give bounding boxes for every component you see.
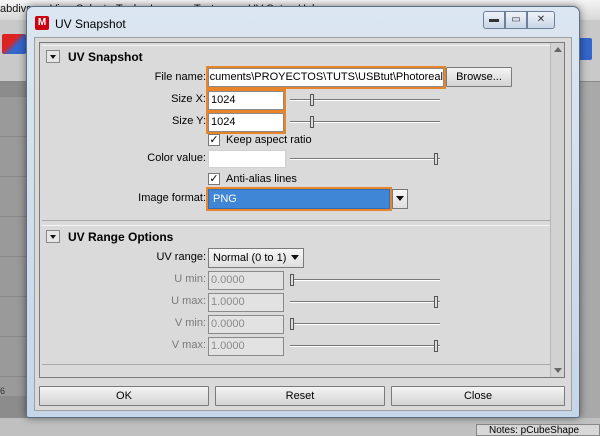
chevron-down-icon [396, 196, 404, 201]
scroll-up-icon[interactable] [554, 47, 562, 52]
u-min-slider[interactable] [290, 273, 440, 287]
uv-range-frame-header[interactable]: UV Range Options [42, 226, 550, 244]
ruler-label: 6 [0, 386, 6, 396]
frame-title: UV Range Options [68, 230, 174, 244]
slider-thumb[interactable] [310, 94, 314, 106]
reset-button[interactable]: Reset [215, 386, 385, 406]
uv-range-label: UV range: [156, 251, 206, 263]
window-title: UV Snapshot [55, 17, 126, 31]
file-name-value: Documents\PROYECTOS\TUTS\USBtut\Photorea… [208, 71, 443, 83]
background-panel [578, 82, 600, 422]
size-y-input[interactable]: 1024 [206, 111, 286, 134]
u-min-label: U min: [174, 273, 206, 285]
dialog-button-bar: OK Reset Close [39, 384, 567, 408]
size-y-slider[interactable] [290, 115, 440, 129]
slider-track [290, 345, 440, 347]
slider-track [290, 323, 440, 325]
anti-alias-label: Anti-alias lines [226, 173, 297, 185]
close-window-button[interactable]: ✕ [527, 11, 555, 29]
v-min-input[interactable]: 0.0000 [208, 315, 284, 334]
uv-range-dropdown[interactable]: Normal (0 to 1) [208, 248, 304, 268]
image-format-value: PNG [213, 193, 237, 205]
slider-track [290, 158, 440, 160]
ok-button[interactable]: OK [39, 386, 209, 406]
size-x-label: Size X: [171, 93, 206, 105]
u-max-label: U max: [171, 295, 206, 307]
uv-tool-icon[interactable] [2, 34, 26, 54]
slider-thumb[interactable] [290, 274, 294, 286]
image-format-dropdown-button[interactable] [392, 189, 408, 209]
collapse-arrow-icon[interactable] [46, 230, 60, 243]
u-min-input[interactable]: 0.0000 [208, 271, 284, 290]
size-y-label: Size Y: [171, 115, 206, 127]
slider-track [290, 279, 440, 281]
maximize-button[interactable]: ▭ [505, 11, 527, 29]
dialog-client-area: UV Snapshot File name: Documents\PROYECT… [34, 37, 572, 411]
scroll-down-icon[interactable] [554, 368, 562, 373]
slider-thumb[interactable] [434, 340, 438, 352]
v-min-slider[interactable] [290, 317, 440, 331]
file-name-label: File name: [154, 71, 206, 83]
uv-snapshot-frame: UV Snapshot File name: Documents\PROYECT… [42, 45, 550, 221]
size-x-input[interactable]: 1024 [206, 89, 286, 112]
v-max-label: V max: [171, 339, 206, 351]
u-max-input[interactable]: 1.0000 [208, 293, 284, 312]
size-x-slider[interactable] [290, 93, 440, 107]
image-format-dropdown[interactable]: PNG [206, 187, 392, 211]
slider-track [290, 301, 440, 303]
anti-alias-checkbox[interactable]: ✓ [208, 173, 220, 185]
close-button[interactable]: Close [391, 386, 565, 406]
maya-app-icon: M [35, 16, 49, 30]
v-max-slider[interactable] [290, 339, 440, 353]
notes-field: Notes: pCubeShape [476, 424, 600, 436]
minimize-button[interactable]: ▬ [483, 11, 505, 29]
image-format-label: Image format: [138, 192, 206, 204]
slider-thumb[interactable] [434, 296, 438, 308]
chevron-down-icon [291, 255, 299, 260]
frame-title: UV Snapshot [68, 50, 143, 64]
v-min-label: V min: [174, 317, 206, 329]
uv-range-value: Normal (0 to 1) [213, 252, 287, 264]
u-max-slider[interactable] [290, 295, 440, 309]
uv-snapshot-dialog: M UV Snapshot ▬ ▭ ✕ UV Snapshot File nam… [26, 6, 580, 418]
slider-thumb[interactable] [290, 318, 294, 330]
browse-button[interactable]: Browse... [446, 67, 512, 87]
file-name-input[interactable]: Documents\PROYECTOS\TUTS\USBtut\Photorea… [206, 66, 446, 89]
v-max-input[interactable]: 1.0000 [208, 337, 284, 356]
uv-range-frame: UV Range Options UV range: Normal (0 to … [42, 225, 550, 365]
color-swatch[interactable] [208, 150, 286, 168]
slider-thumb[interactable] [434, 153, 438, 165]
color-value-label: Color value: [147, 152, 206, 164]
color-value-slider[interactable] [290, 152, 440, 166]
uv-snapshot-frame-header[interactable]: UV Snapshot [42, 46, 550, 64]
title-bar[interactable]: M UV Snapshot ▬ ▭ ✕ [27, 7, 579, 35]
vertical-scrollbar[interactable] [550, 43, 564, 377]
options-scroll-pane: UV Snapshot File name: Documents\PROYECT… [39, 42, 565, 378]
keep-aspect-ratio-checkbox[interactable]: ✓ [208, 134, 220, 146]
collapse-arrow-icon[interactable] [46, 50, 60, 63]
slider-thumb[interactable] [310, 116, 314, 128]
keep-aspect-ratio-label: Keep aspect ratio [226, 134, 312, 146]
